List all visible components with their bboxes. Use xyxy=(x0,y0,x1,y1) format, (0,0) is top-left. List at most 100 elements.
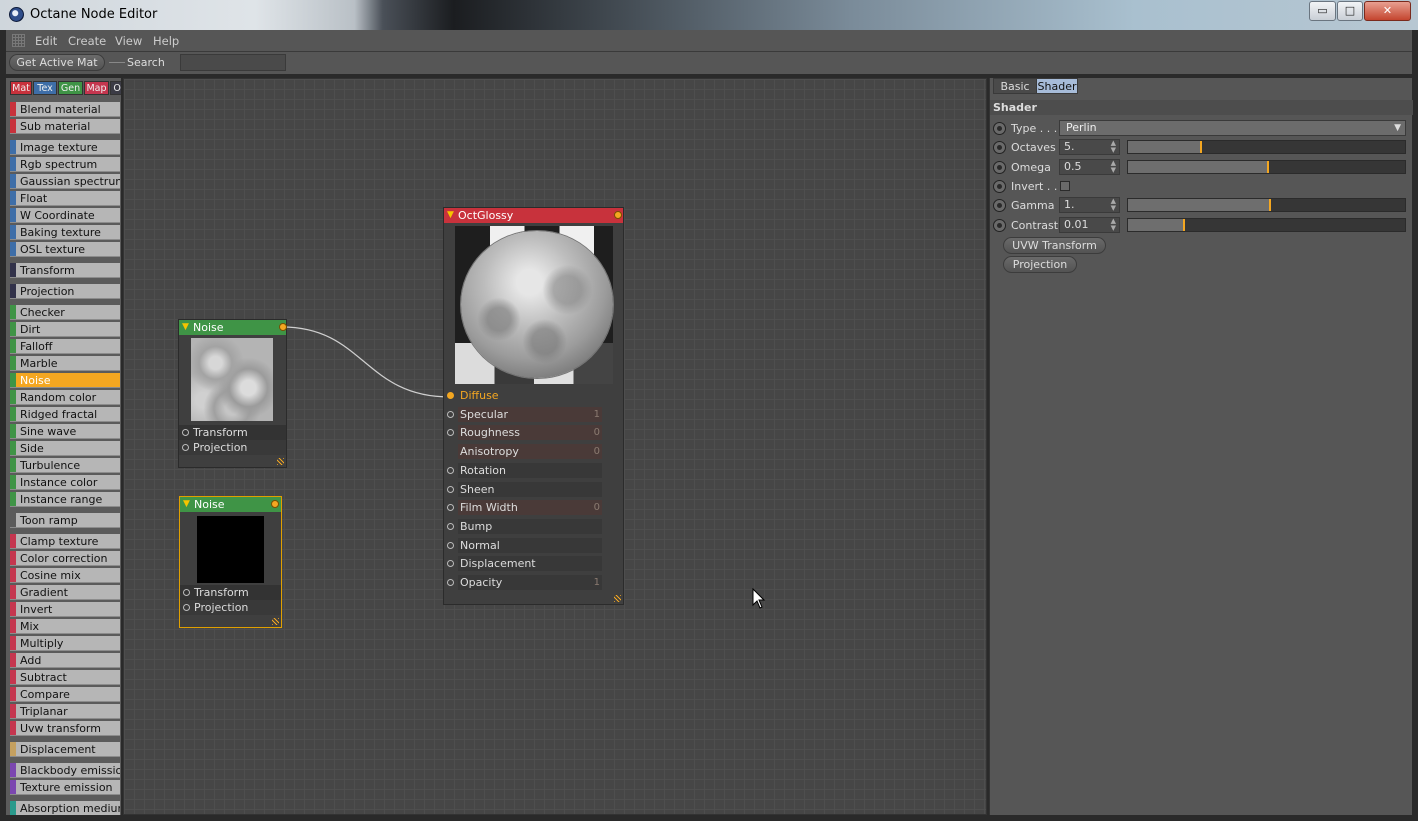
port-projection[interactable]: Projection xyxy=(180,600,281,615)
get-active-mat-button[interactable]: Get Active Mat xyxy=(9,54,105,71)
port-projection[interactable]: Projection xyxy=(179,440,286,455)
port-socket-icon[interactable] xyxy=(447,504,454,512)
port-anisotropy[interactable]: Anisotropy 0 xyxy=(444,444,612,460)
palette-item-uvw-transform[interactable]: Uvw transform xyxy=(10,721,120,736)
palette-item-multiply[interactable]: Multiply xyxy=(10,636,120,651)
palette-item-falloff[interactable]: Falloff xyxy=(10,339,120,354)
palette-item-float[interactable]: Float xyxy=(10,191,120,206)
palette-item-marble[interactable]: Marble xyxy=(10,356,120,371)
port-socket-icon[interactable] xyxy=(183,604,190,611)
palette-item-projection[interactable]: Projection xyxy=(10,284,120,299)
minimize-button[interactable]: ▭ xyxy=(1309,1,1336,21)
octaves-input[interactable]: 5. ▲ ▼ xyxy=(1059,139,1120,155)
palette-item-checker[interactable]: Checker xyxy=(10,305,120,320)
palette-item-image-texture[interactable]: Image texture xyxy=(10,140,120,155)
output-port-icon[interactable] xyxy=(271,500,279,508)
omega-slider[interactable] xyxy=(1127,160,1406,174)
port-socket-icon[interactable] xyxy=(182,429,189,436)
spinner-icon[interactable]: ▲ ▼ xyxy=(1111,198,1116,212)
category-tab-map[interactable]: Map xyxy=(84,81,109,95)
menu-view[interactable]: View xyxy=(115,34,142,48)
menu-create[interactable]: Create xyxy=(68,34,106,48)
palette-item-texture-emission[interactable]: Texture emission xyxy=(10,780,120,795)
palette-item-transform[interactable]: Transform xyxy=(10,263,120,278)
palette-item-blackbody-emission[interactable]: Blackbody emission xyxy=(10,763,120,778)
palette-item-clamp-texture[interactable]: Clamp texture xyxy=(10,534,120,549)
palette-item-triplanar[interactable]: Triplanar xyxy=(10,704,120,719)
port-bump[interactable]: Bump xyxy=(444,518,612,534)
noise-node[interactable]: ▼ Noise Transform Projection xyxy=(178,319,287,468)
omega-input[interactable]: 0.5 ▲ ▼ xyxy=(1059,159,1120,175)
palette-item-compare[interactable]: Compare xyxy=(10,687,120,702)
palette-item-side[interactable]: Side xyxy=(10,441,120,456)
palette-item-gaussian-spectrum[interactable]: Gaussian spectrum xyxy=(10,174,120,189)
port-transform[interactable]: Transform xyxy=(179,425,286,440)
octglossy-node[interactable]: ▼ OctGlossy Diffuse Specular 1 Roughness 0 An… xyxy=(443,207,624,605)
animate-radio-icon[interactable] xyxy=(993,161,1006,174)
search-input[interactable] xyxy=(180,54,286,71)
port-socket-icon[interactable] xyxy=(447,466,454,474)
palette-item-instance-color[interactable]: Instance color xyxy=(10,475,120,490)
port-socket-icon[interactable] xyxy=(447,410,454,418)
category-tab-oth[interactable]: Oth xyxy=(110,81,121,95)
port-socket-icon[interactable] xyxy=(447,560,454,568)
port-socket-icon[interactable] xyxy=(182,444,189,451)
palette-item-toon-ramp[interactable]: Toon ramp xyxy=(10,513,120,528)
animate-radio-icon[interactable] xyxy=(993,141,1006,154)
contrast-slider[interactable] xyxy=(1127,218,1406,232)
animate-radio-icon[interactable] xyxy=(993,180,1006,193)
tab-basic[interactable]: Basic xyxy=(993,78,1037,94)
resize-handle-icon[interactable] xyxy=(277,458,284,465)
palette-item-color-correction[interactable]: Color correction xyxy=(10,551,120,566)
palette-item-displacement[interactable]: Displacement xyxy=(10,742,120,757)
type-dropdown[interactable]: Perlin ▼ xyxy=(1059,120,1406,136)
palette-item-baking-texture[interactable]: Baking texture xyxy=(10,225,120,240)
projection-button[interactable]: Projection xyxy=(1003,256,1077,273)
palette-item-w-coordinate[interactable]: W Coordinate xyxy=(10,208,120,223)
port-socket-icon[interactable] xyxy=(447,429,454,437)
palette-item-add[interactable]: Add xyxy=(10,653,120,668)
menu-edit[interactable]: Edit xyxy=(35,34,57,48)
port-socket-icon[interactable] xyxy=(447,392,454,399)
grip-icon[interactable] xyxy=(12,34,25,47)
gamma-slider[interactable] xyxy=(1127,198,1406,212)
palette-item-turbulence[interactable]: Turbulence xyxy=(10,458,120,473)
palette-item-rgb-spectrum[interactable]: Rgb spectrum xyxy=(10,157,120,172)
port-roughness[interactable]: Roughness 0 xyxy=(444,425,612,441)
tab-shader[interactable]: Shader xyxy=(1036,78,1078,94)
port-opacity[interactable]: Opacity 1 xyxy=(444,575,612,590)
palette-item-subtract[interactable]: Subtract xyxy=(10,670,120,685)
palette-item-sine-wave[interactable]: Sine wave xyxy=(10,424,120,439)
port-rotation[interactable]: Rotation xyxy=(444,462,612,478)
maximize-button[interactable]: □ xyxy=(1337,1,1363,21)
octaves-slider[interactable] xyxy=(1127,140,1406,154)
palette-item-ridged-fractal[interactable]: Ridged fractal xyxy=(10,407,120,422)
port-displacement[interactable]: Displacement xyxy=(444,556,612,572)
uvw-transform-button[interactable]: UVW Transform xyxy=(1003,237,1106,254)
palette-item-cosine-mix[interactable]: Cosine mix xyxy=(10,568,120,583)
port-sheen[interactable]: Sheen xyxy=(444,481,612,497)
port-socket-icon[interactable] xyxy=(447,541,454,549)
animate-radio-icon[interactable] xyxy=(993,122,1006,135)
palette-item-invert[interactable]: Invert xyxy=(10,602,120,617)
node-canvas[interactable]: ▼ Noise Transform Projection ▼ Noise Tra… xyxy=(123,78,987,815)
collapse-triangle-icon[interactable]: ▼ xyxy=(183,497,190,512)
palette-item-mix[interactable]: Mix xyxy=(10,619,120,634)
menu-help[interactable]: Help xyxy=(153,34,179,48)
port-socket-icon[interactable] xyxy=(183,589,190,596)
collapse-triangle-icon[interactable]: ▼ xyxy=(182,320,189,335)
port-diffuse[interactable]: Diffuse xyxy=(444,388,612,403)
spinner-icon[interactable]: ▲ ▼ xyxy=(1111,218,1116,232)
collapse-triangle-icon[interactable]: ▼ xyxy=(447,208,454,223)
spinner-icon[interactable]: ▲ ▼ xyxy=(1111,160,1116,174)
animate-radio-icon[interactable] xyxy=(993,219,1006,232)
port-film-width[interactable]: Film Width 0 xyxy=(444,500,612,516)
palette-item-dirt[interactable]: Dirt xyxy=(10,322,120,337)
spinner-icon[interactable]: ▲ ▼ xyxy=(1111,140,1116,154)
palette-item-osl-texture[interactable]: OSL texture xyxy=(10,242,120,257)
resize-handle-icon[interactable] xyxy=(614,595,621,602)
palette-item-noise[interactable]: Noise xyxy=(10,373,120,388)
category-tab-gen[interactable]: Gen xyxy=(58,81,83,95)
palette-item-sub-material[interactable]: Sub material xyxy=(10,119,120,134)
resize-handle-icon[interactable] xyxy=(272,618,279,625)
